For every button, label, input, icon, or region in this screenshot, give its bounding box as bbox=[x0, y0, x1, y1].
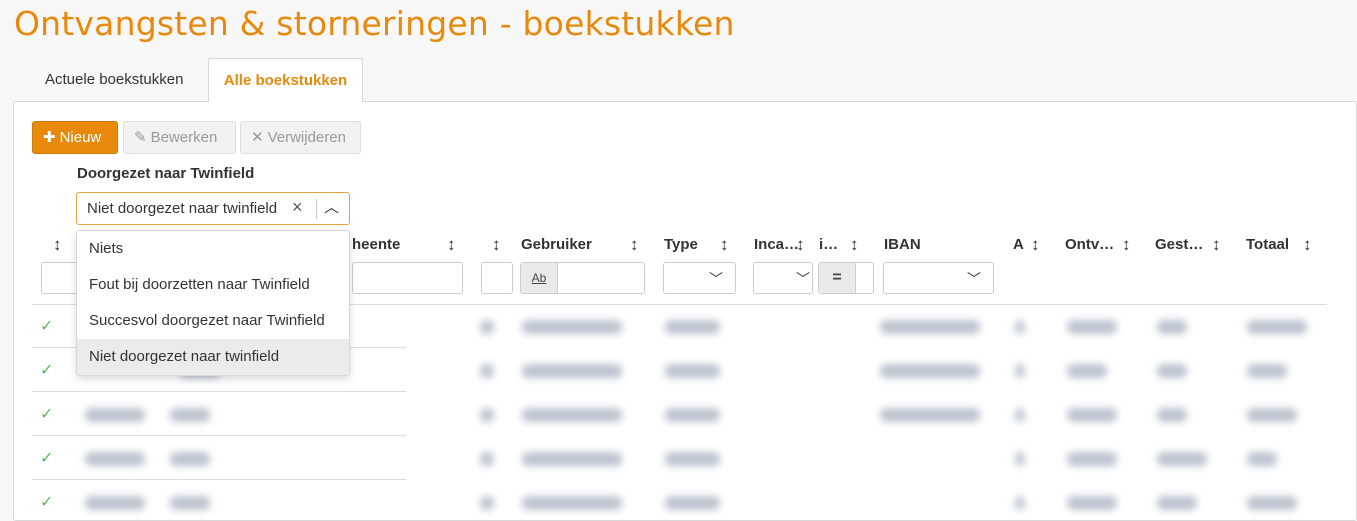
sort-icon[interactable]: ↕ bbox=[720, 235, 729, 255]
check-icon: ✓ bbox=[40, 450, 54, 467]
dropdown-option-niet-doorgezet[interactable]: Niet doorgezet naar twinfield bbox=[77, 339, 349, 375]
edit-button-label: Bewerken bbox=[150, 129, 218, 146]
twinfield-filter-dropdown: Niets Fout bij doorzetten naar Twinfield… bbox=[76, 230, 350, 376]
sort-icon[interactable]: ↕ bbox=[1031, 235, 1040, 255]
chevron-down-icon: ﹀ bbox=[967, 271, 981, 287]
column-header-a: A bbox=[1013, 236, 1024, 253]
check-icon: ✓ bbox=[40, 318, 54, 335]
column-header-gestorneerd: Gest… bbox=[1155, 236, 1204, 253]
column-header-incasso: Inca… bbox=[754, 236, 800, 253]
sort-icon[interactable]: ↕ bbox=[630, 235, 639, 255]
column-header-i: i… bbox=[819, 236, 839, 253]
equals-filter-prefix[interactable]: = bbox=[819, 263, 856, 293]
dropdown-option-fout[interactable]: Fout bij doorzetten naar Twinfield bbox=[77, 267, 349, 303]
delete-button[interactable]: ✕ Verwijderen bbox=[240, 121, 361, 154]
twinfield-filter-label: Doorgezet naar Twinfield bbox=[77, 165, 255, 182]
chevron-up-icon[interactable]: ︿ bbox=[324, 196, 339, 217]
column-header-type: Type bbox=[664, 236, 698, 253]
filter-select-iban[interactable]: ﹀ bbox=[883, 262, 994, 294]
delete-button-label: Verwijderen bbox=[267, 129, 346, 146]
filter-input-gebruiker[interactable]: Ab bbox=[520, 262, 645, 294]
new-button[interactable]: ✚ Nieuw bbox=[32, 121, 118, 154]
column-header-col2: heente bbox=[352, 236, 401, 253]
chevron-down-icon: ﹀ bbox=[796, 271, 810, 287]
plus-icon: ✚ bbox=[43, 129, 56, 146]
twinfield-filter-value: Niet doorgezet naar twinfield bbox=[87, 200, 278, 217]
sort-icon[interactable]: ↕ bbox=[1303, 235, 1312, 255]
dropdown-option-niets[interactable]: Niets bbox=[77, 231, 349, 267]
sort-icon[interactable]: ↕ bbox=[1122, 235, 1131, 255]
close-icon: ✕ bbox=[251, 129, 264, 146]
column-header-gebruiker: Gebruiker bbox=[521, 236, 592, 253]
filter-select-type[interactable]: ﹀ bbox=[663, 262, 736, 294]
sort-icon[interactable]: ↕ bbox=[447, 235, 456, 255]
row-divider bbox=[32, 479, 406, 480]
column-header-ontvangen: Ontv… bbox=[1065, 236, 1115, 253]
sort-icon[interactable]: ↕ bbox=[1212, 235, 1221, 255]
dropdown-option-succesvol[interactable]: Succesvol doorgezet naar Twinfield bbox=[77, 303, 349, 339]
row-divider bbox=[32, 391, 406, 392]
column-header-iban: IBAN bbox=[884, 236, 921, 253]
column-header-totaal: Totaal bbox=[1246, 236, 1290, 253]
check-icon: ✓ bbox=[40, 494, 54, 511]
check-icon: ✓ bbox=[40, 406, 54, 423]
filter-input-col2[interactable] bbox=[352, 262, 463, 294]
filter-input-i[interactable]: = bbox=[818, 262, 874, 294]
filter-input-status[interactable] bbox=[41, 262, 81, 294]
row-divider bbox=[32, 435, 406, 436]
filter-select-incasso[interactable]: ﹀ bbox=[753, 262, 813, 294]
edit-icon: ✎ bbox=[134, 129, 147, 146]
tab-alle-boekstukken[interactable]: Alle boekstukken bbox=[208, 58, 363, 102]
sort-icon[interactable]: ↕ bbox=[53, 235, 62, 255]
sort-icon[interactable]: ↕ bbox=[796, 235, 805, 255]
chevron-down-icon: ﹀ bbox=[709, 271, 723, 287]
filter-input-col3[interactable] bbox=[481, 262, 513, 294]
clear-icon[interactable]: × bbox=[292, 197, 303, 218]
sort-icon[interactable]: ↕ bbox=[492, 235, 501, 255]
sort-icon[interactable]: ↕ bbox=[850, 235, 859, 255]
new-button-label: Nieuw bbox=[59, 129, 102, 146]
twinfield-filter-select[interactable]: Niet doorgezet naar twinfield × ︿ bbox=[76, 192, 350, 225]
text-filter-prefix[interactable]: Ab bbox=[521, 263, 558, 293]
edit-button[interactable]: ✎ Bewerken bbox=[123, 121, 236, 154]
select-divider bbox=[316, 199, 317, 219]
tab-actuele-boekstukken[interactable]: Actuele boekstukken bbox=[28, 58, 200, 102]
page-title: Ontvangsten & storneringen - boekstukken bbox=[14, 4, 735, 43]
check-icon: ✓ bbox=[40, 362, 54, 379]
